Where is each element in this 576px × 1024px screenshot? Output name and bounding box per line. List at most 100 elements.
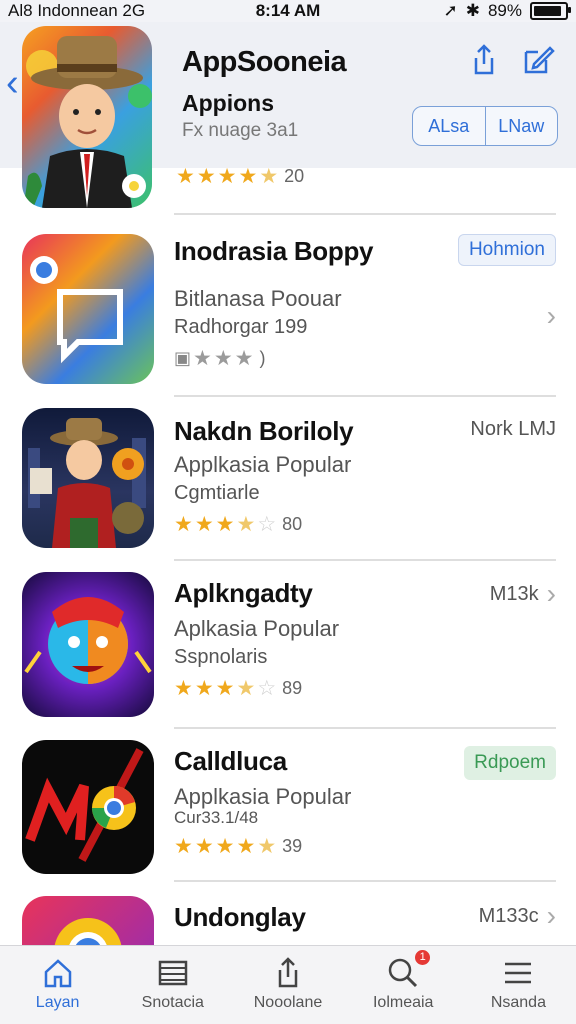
chevron-right-icon: › xyxy=(546,578,556,609)
app-category: Applkasia Popular xyxy=(174,452,352,477)
tab-home[interactable]: Layan xyxy=(0,946,115,1024)
segment-control[interactable]: ALsa LNaw xyxy=(412,106,558,146)
status-bar: Al8 Indonnean 2G 8:14 AM ➚ ✱ 89% xyxy=(0,0,576,22)
star-icon: ☆ xyxy=(257,677,277,700)
battery-percent: 89% xyxy=(487,1,522,20)
page-subtitle: Appions xyxy=(182,90,274,116)
get-button[interactable]: Hohmion xyxy=(457,234,556,266)
segment-option-2[interactable]: LNaw xyxy=(484,107,558,145)
m-logo-icon xyxy=(25,748,144,862)
app-action[interactable]: Rdpoem xyxy=(464,746,556,780)
app-icon xyxy=(22,234,154,384)
divider xyxy=(174,727,556,729)
list-icon xyxy=(158,960,188,986)
featured-rating: ★ ★ ★ ★ ★ 20 xyxy=(176,164,304,189)
app-category: Bitlanasa Poouar xyxy=(174,286,342,311)
cowboy-character-icon xyxy=(24,36,152,208)
rating-count: 80 xyxy=(282,514,303,534)
app-category: Aplkasia Popular xyxy=(174,616,340,641)
star-icon: ★ xyxy=(234,347,254,370)
chevron-right-icon: › xyxy=(546,900,556,931)
star-icon: ★ xyxy=(194,677,214,700)
app-size-text: M133c xyxy=(478,904,539,927)
star-icon: ★ xyxy=(174,513,193,536)
share-icon[interactable] xyxy=(466,42,502,78)
tab-menu[interactable]: Nsanda xyxy=(461,946,576,1024)
star-icon: ☆ xyxy=(257,513,277,536)
divider xyxy=(174,395,556,397)
app-subtitle: Radhorgar 199 xyxy=(174,316,308,338)
app-name: Nakdn Boriloly xyxy=(174,416,354,446)
compose-icon[interactable] xyxy=(520,42,556,78)
rating-count: 20 xyxy=(284,166,305,186)
app-rating: ▣ ★ ★ ★ ) xyxy=(174,346,266,371)
verified-icon: ▣ xyxy=(174,348,192,368)
app-name: Aplkngadty xyxy=(174,578,313,608)
star-icon: ★ xyxy=(215,677,235,700)
location-icon: ➚ xyxy=(443,1,458,20)
star-icon: ★ xyxy=(259,165,279,188)
list-item[interactable]: Calldluca Applkasia Popular Cur33.1/48 ★… xyxy=(0,738,576,878)
segment-option-1[interactable]: ALsa xyxy=(413,107,485,145)
share-icon xyxy=(278,957,298,988)
tab-label: Iolmeaia xyxy=(372,994,434,1011)
search-icon-wrap: 1 xyxy=(386,950,431,990)
app-icon xyxy=(22,408,154,548)
app-rating: ★ ★ ★ ★ ☆ 89 xyxy=(174,676,302,701)
tab-search[interactable]: 1 Iolmeaia xyxy=(346,946,461,1024)
list-item[interactable]: Undonglay M133c › xyxy=(0,896,576,946)
rating-count: 39 xyxy=(282,836,303,856)
star-icon: ★ xyxy=(217,165,237,188)
menu-icon xyxy=(505,962,532,984)
app-icon xyxy=(22,896,154,946)
chevron-right-icon[interactable]: › xyxy=(547,302,556,330)
adventurer-character-icon xyxy=(28,418,146,548)
star-icon: ★ xyxy=(174,835,193,858)
tab-bar: Layan Snotacia Nooolane 1 Iolmeaia Nsand… xyxy=(0,945,576,1024)
tab-share[interactable]: Nooolane xyxy=(230,946,345,1024)
chat-bubble-icon xyxy=(30,256,123,364)
star-icon: ★ xyxy=(174,677,193,700)
app-subtitle: Cgmtiarle xyxy=(174,482,260,504)
list-item[interactable]: Nakdn Boriloly Applkasia Popular Cgmtiar… xyxy=(0,406,576,556)
app-rating: ★ ★ ★ ★ ★ 39 xyxy=(174,834,302,859)
star-icon: ★ xyxy=(194,513,214,536)
bluetooth-icon: ✱ xyxy=(465,1,480,20)
app-name: Calldluca xyxy=(174,746,287,776)
app-subtitle: Sspnolaris xyxy=(174,646,268,668)
app-size-label[interactable]: M13k › xyxy=(490,580,556,608)
app-subtitle: Cur33.1/48 xyxy=(174,808,259,827)
app-category: Applkasia Popular xyxy=(174,784,352,809)
back-chevron-icon[interactable]: ‹ xyxy=(6,64,19,102)
tab-list[interactable]: Snotacia xyxy=(115,946,230,1024)
app-name: Inodrasia Boppy xyxy=(174,236,374,266)
star-icon: ★ xyxy=(193,347,212,370)
star-icon: ★ xyxy=(215,835,235,858)
tab-label: Nooolane xyxy=(253,994,323,1011)
divider xyxy=(174,213,556,215)
status-right: ➚ ✱ 89% xyxy=(443,0,571,22)
page-title: AppSooneia xyxy=(182,46,347,78)
app-icon xyxy=(22,572,154,717)
featured-app-icon[interactable] xyxy=(22,26,152,208)
app-action[interactable]: Hohmion xyxy=(457,234,556,266)
star-icon: ★ xyxy=(215,513,235,536)
app-rating: ★ ★ ★ ★ ☆ 80 xyxy=(174,512,302,537)
star-icon: ★ xyxy=(236,513,256,536)
list-item[interactable]: Aplkngadty Aplkasia Popular Sspnolaris ★… xyxy=(0,570,576,725)
star-icon: ★ xyxy=(176,165,195,188)
rating-count: ) xyxy=(259,348,266,368)
battery-icon xyxy=(530,2,571,20)
star-icon: ★ xyxy=(213,347,233,370)
open-button[interactable]: Rdpoem xyxy=(464,746,556,780)
tab-label: Nsanda xyxy=(490,994,546,1011)
divider xyxy=(174,559,556,561)
app-size-text: M13k xyxy=(489,582,539,605)
star-icon: ★ xyxy=(194,835,214,858)
app-name: Undonglay xyxy=(174,902,306,932)
tab-label: Snotacia xyxy=(141,994,204,1011)
app-size-label[interactable]: M133c › xyxy=(479,902,556,930)
list-item[interactable]: Inodrasia Boppy Bitlanasa Poouar Radhorg… xyxy=(0,230,576,395)
rating-count: 89 xyxy=(282,678,303,698)
tab-label: Layan xyxy=(35,994,80,1011)
